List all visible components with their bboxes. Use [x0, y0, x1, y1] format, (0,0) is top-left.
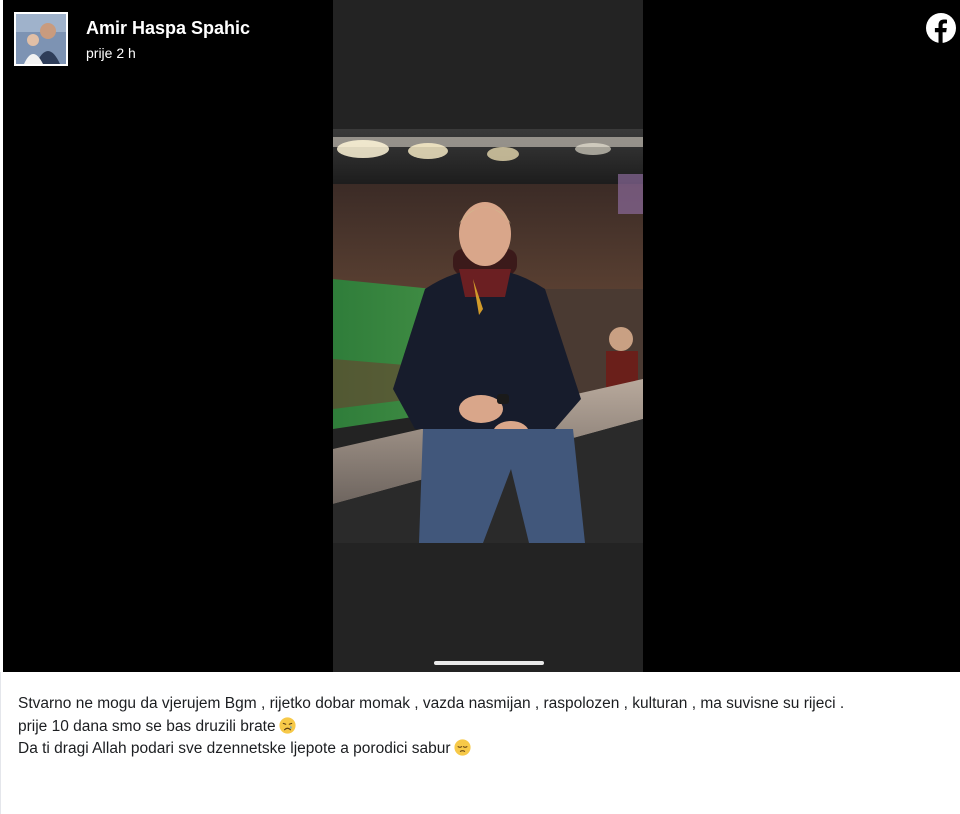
facebook-post-embed: Amir Haspa Spahic prije 2 h Stvarno ne m…: [0, 0, 960, 814]
divider: [0, 672, 1, 814]
post-caption: Stvarno ne mogu da vjerujem Bgm , rijetk…: [18, 693, 948, 761]
caption-line-2-text: prije 10 dana smo se bas druzili brate: [18, 717, 276, 735]
post-timestamp[interactable]: prije 2 h: [86, 45, 136, 61]
avatar-image: [16, 14, 66, 64]
facebook-icon[interactable]: [925, 12, 957, 44]
crying-face-icon: [279, 716, 296, 734]
author-avatar[interactable]: [14, 12, 68, 66]
author-name[interactable]: Amir Haspa Spahic: [86, 18, 250, 39]
caption-line-3: Da ti dragi Allah podari sve dzennetske …: [18, 738, 948, 761]
caption-line-1: Stvarno ne mogu da vjerujem Bgm , rijetk…: [18, 695, 845, 712]
home-indicator: [434, 661, 544, 665]
stadium-photo[interactable]: [333, 129, 643, 543]
facebook-logo-glyph: [926, 13, 956, 43]
caption-line-3-text: Da ti dragi Allah podari sve dzennetske …: [18, 740, 451, 757]
caption-line-2: prije 10 dana smo se bas druzili brate: [18, 716, 948, 739]
post-media[interactable]: [3, 0, 960, 672]
relieved-face-icon: [453, 739, 471, 756]
stadium-photo-illustration: [333, 129, 643, 543]
